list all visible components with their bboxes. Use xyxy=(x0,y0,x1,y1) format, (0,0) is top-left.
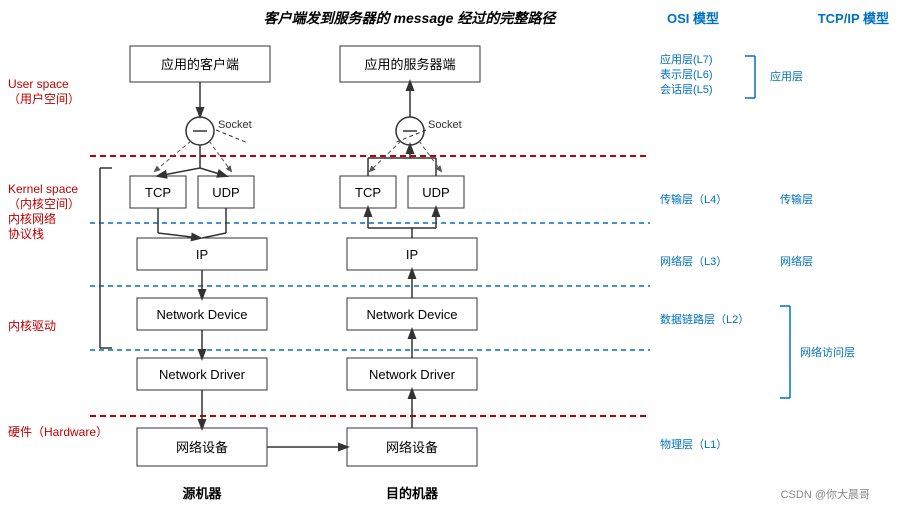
osi-header: OSI 模型 xyxy=(667,8,719,27)
svg-text:应用层: 应用层 xyxy=(770,69,803,83)
svg-text:表示层(L6): 表示层(L6) xyxy=(660,67,713,81)
svg-text:UDP: UDP xyxy=(212,185,239,200)
svg-text:数据链路层（L2）: 数据链路层（L2） xyxy=(660,312,749,326)
svg-text:Network Driver: Network Driver xyxy=(369,367,456,382)
svg-text:（用户空间）: （用户空间） xyxy=(8,91,80,106)
svg-text:内核驱动: 内核驱动 xyxy=(8,319,56,333)
title-prefix: 客户端发到服务器的 xyxy=(264,10,390,26)
svg-text:网络设备: 网络设备 xyxy=(176,440,228,455)
svg-text:Socket: Socket xyxy=(218,119,252,131)
svg-text:内核网络: 内核网络 xyxy=(8,211,56,226)
svg-text:CSDN @你大晨哥: CSDN @你大晨哥 xyxy=(781,487,870,501)
svg-text:硬件（Hardware）: 硬件（Hardware） xyxy=(8,425,108,439)
svg-text:UDP: UDP xyxy=(422,185,449,200)
svg-text:源机器: 源机器 xyxy=(182,486,222,501)
page-title: 客户端发到服务器的 message 经过的完整路径 xyxy=(0,8,889,28)
svg-text:应用的服务器端: 应用的服务器端 xyxy=(364,57,455,72)
svg-text:网络层: 网络层 xyxy=(780,254,813,268)
tcpip-header: TCP/IP 模型 xyxy=(818,8,889,27)
svg-text:TCP: TCP xyxy=(145,185,171,200)
svg-text:Network Driver: Network Driver xyxy=(159,367,246,382)
svg-text:Network Device: Network Device xyxy=(366,307,457,322)
title-middle: message xyxy=(394,10,458,26)
svg-text:TCP: TCP xyxy=(355,185,381,200)
svg-text:会话层(L5): 会话层(L5) xyxy=(660,83,713,96)
svg-text:Socket: Socket xyxy=(428,119,462,131)
svg-text:网络设备: 网络设备 xyxy=(386,440,438,455)
svg-text:传输层（L4）: 传输层（L4） xyxy=(660,192,727,206)
main-container: 客户端发到服务器的 message 经过的完整路径 OSI 模型 TCP/IP … xyxy=(0,0,899,528)
svg-text:User space: User space xyxy=(8,77,69,91)
svg-text:物理层（L1）: 物理层（L1） xyxy=(660,437,727,451)
svg-text:Network Device: Network Device xyxy=(156,307,247,322)
diagram-svg: 应用的客户端 Socket TCP UDP IP Network Device … xyxy=(0,28,899,518)
svg-text:传输层: 传输层 xyxy=(780,192,813,206)
svg-text:（内核空间）: （内核空间） xyxy=(8,197,80,211)
svg-text:应用层(L7): 应用层(L7) xyxy=(660,52,713,66)
svg-text:协议栈: 协议栈 xyxy=(8,226,44,241)
svg-text:网络层（L3）: 网络层（L3） xyxy=(660,254,727,268)
svg-text:应用的客户端: 应用的客户端 xyxy=(161,57,239,72)
svg-text:IP: IP xyxy=(406,247,418,262)
title-suffix: 经过的完整路径 xyxy=(457,10,555,26)
svg-text:IP: IP xyxy=(196,247,208,262)
svg-text:Kernel space: Kernel space xyxy=(8,182,78,196)
svg-text:网络访问层: 网络访问层 xyxy=(800,345,855,359)
svg-text:目的机器: 目的机器 xyxy=(386,486,439,501)
